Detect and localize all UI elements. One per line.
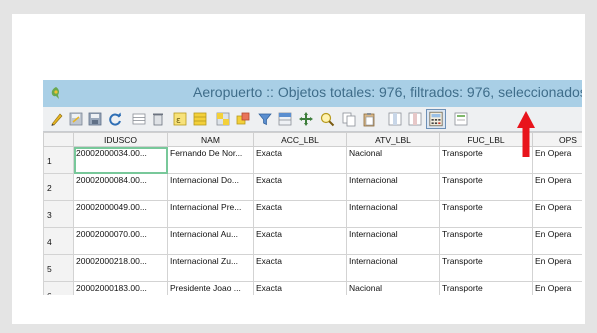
- table-cell[interactable]: En Opera: [532, 281, 582, 295]
- row-number[interactable]: 6: [43, 281, 74, 295]
- row-number[interactable]: 5: [43, 254, 74, 282]
- row-number[interactable]: 4: [43, 227, 74, 255]
- table-row[interactable]: 4 20002000070.00... Internacional Au... …: [43, 227, 582, 255]
- row-number[interactable]: 1: [43, 146, 74, 174]
- table-cell[interactable]: Exacta: [253, 173, 347, 201]
- table-cell[interactable]: Internacional: [346, 173, 440, 201]
- table-cell[interactable]: Transporte: [439, 254, 533, 282]
- column-header-atv-lbl[interactable]: ATV_LBL: [346, 132, 440, 147]
- table-cell[interactable]: 20002000049.00...: [73, 200, 168, 228]
- deselect-icon[interactable]: [235, 111, 251, 127]
- table-row[interactable]: 2 20002000084.00... Internacional Do... …: [43, 173, 582, 201]
- qgis-app-icon: [51, 87, 60, 99]
- svg-text:ε: ε: [176, 116, 181, 126]
- delete-column-icon[interactable]: [407, 111, 423, 127]
- table-row[interactable]: 1 20002000034.00... Fernando De Nor... E…: [43, 146, 582, 174]
- table-cell[interactable]: Internacional: [346, 200, 440, 228]
- invert-selection-icon[interactable]: [215, 111, 231, 127]
- table-cell[interactable]: 20002000084.00...: [73, 173, 168, 201]
- table-cell[interactable]: Internacional Au...: [167, 227, 254, 255]
- new-column-icon[interactable]: [387, 111, 403, 127]
- table-cell[interactable]: Transporte: [439, 200, 533, 228]
- row-number[interactable]: 2: [43, 173, 74, 201]
- table-cell[interactable]: En Opera: [532, 173, 582, 201]
- table-cell[interactable]: Presidente Joao ...: [167, 281, 254, 295]
- table-cell[interactable]: Transporte: [439, 173, 533, 201]
- table-cell[interactable]: Internacional: [346, 227, 440, 255]
- table-cell[interactable]: En Opera: [532, 227, 582, 255]
- pencil-icon[interactable]: [49, 111, 65, 127]
- pan-to-selection-icon[interactable]: [298, 111, 314, 127]
- save-icon[interactable]: [68, 111, 84, 127]
- table-cell[interactable]: Exacta: [253, 200, 347, 228]
- table-cell[interactable]: Nacional: [346, 146, 440, 174]
- table-cell[interactable]: 20002000183.00...: [73, 281, 168, 295]
- table-cell[interactable]: 20002000070.00...: [73, 227, 168, 255]
- column-header-ops[interactable]: OPS: [532, 132, 582, 147]
- table-cell[interactable]: Internacional Zu...: [167, 254, 254, 282]
- corner-header[interactable]: [43, 132, 74, 147]
- attribute-table-window: Aeropuerto :: Objetos totales: 976, filt…: [43, 80, 582, 295]
- red-arrow-annotation-icon: [517, 111, 535, 157]
- window-titlebar[interactable]: Aeropuerto :: Objetos totales: 976, filt…: [43, 80, 582, 107]
- select-expression-icon[interactable]: ε: [172, 111, 188, 127]
- table-cell[interactable]: 20002000034.00...: [73, 146, 168, 174]
- table-row[interactable]: 5 20002000218.00... Internacional Zu... …: [43, 254, 582, 282]
- column-header-acc-lbl[interactable]: ACC_LBL: [253, 132, 347, 147]
- table-cell[interactable]: 20002000218.00...: [73, 254, 168, 282]
- column-header-nam[interactable]: NAM: [167, 132, 254, 147]
- table-cell[interactable]: Exacta: [253, 146, 347, 174]
- table-cell[interactable]: Internacional Do...: [167, 173, 254, 201]
- paste-icon[interactable]: [361, 111, 377, 127]
- table-cell[interactable]: En Opera: [532, 146, 582, 174]
- table-row[interactable]: 3 20002000049.00... Internacional Pre...…: [43, 200, 582, 228]
- table-cell[interactable]: Exacta: [253, 281, 347, 295]
- table-cell[interactable]: Internacional: [346, 254, 440, 282]
- field-calculator-icon[interactable]: [426, 109, 446, 129]
- table-cell[interactable]: Fernando De Nor...: [167, 146, 254, 174]
- table-cell[interactable]: Nacional: [346, 281, 440, 295]
- table-cell[interactable]: Internacional Pre...: [167, 200, 254, 228]
- table-row[interactable]: 6 20002000183.00... Presidente Joao ... …: [43, 281, 582, 295]
- select-all-icon[interactable]: [192, 111, 208, 127]
- table-cell[interactable]: En Opera: [532, 200, 582, 228]
- save-disk-icon[interactable]: [87, 111, 103, 127]
- filter-icon[interactable]: [257, 111, 273, 127]
- conditional-format-icon[interactable]: [453, 111, 469, 127]
- column-header-idusco[interactable]: IDUSCO: [73, 132, 168, 147]
- refresh-icon[interactable]: [107, 111, 123, 127]
- move-selection-top-icon[interactable]: [277, 111, 293, 127]
- table-cell[interactable]: Exacta: [253, 254, 347, 282]
- zoom-to-selection-icon[interactable]: [319, 111, 335, 127]
- table-cell[interactable]: En Opera: [532, 254, 582, 282]
- copy-icon[interactable]: [341, 111, 357, 127]
- attribute-table: IDUSCO NAM ACC_LBL ATV_LBL FUC_LBL OPS 1…: [43, 132, 582, 295]
- table-cell[interactable]: Exacta: [253, 227, 347, 255]
- row-number[interactable]: 3: [43, 200, 74, 228]
- window-title: Aeropuerto :: Objetos totales: 976, filt…: [193, 84, 582, 100]
- table-cell[interactable]: Transporte: [439, 227, 533, 255]
- delete-icon[interactable]: [150, 111, 166, 127]
- table-cell[interactable]: Transporte: [439, 281, 533, 295]
- attribute-toolbar: ε: [43, 107, 582, 132]
- delete-selected-icon[interactable]: [131, 111, 147, 127]
- header-row: IDUSCO NAM ACC_LBL ATV_LBL FUC_LBL OPS: [43, 132, 582, 147]
